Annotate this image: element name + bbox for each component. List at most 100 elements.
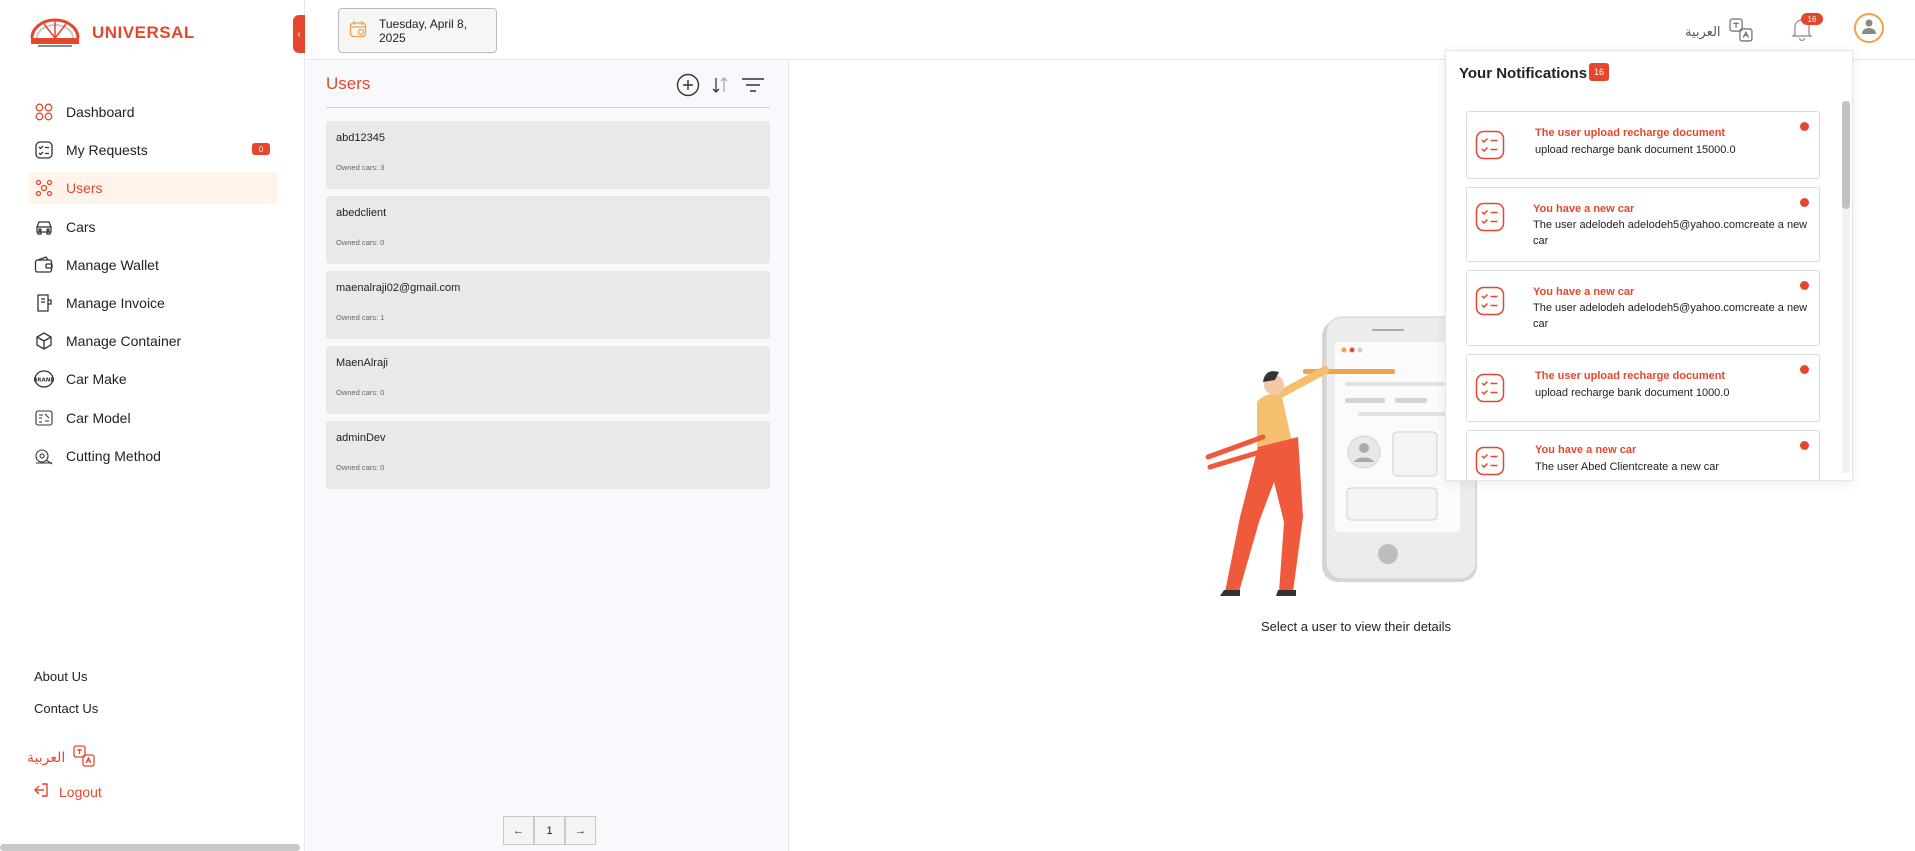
sort-icon bbox=[712, 77, 728, 93]
checklist-icon bbox=[1475, 202, 1505, 237]
notification-body: upload recharge bank document 1000.0 bbox=[1535, 387, 1730, 399]
add-user-button[interactable] bbox=[676, 73, 700, 102]
sidebar-nav: Dashboard My Requests 0 Users Cars Manag… bbox=[28, 96, 278, 478]
users-toolbar bbox=[676, 73, 766, 102]
arrow-left-icon: ← bbox=[513, 824, 524, 837]
car-icon bbox=[34, 217, 54, 237]
notification-list: The user upload recharge document upload… bbox=[1466, 111, 1820, 480]
notification-count-badge: 16 bbox=[1801, 13, 1823, 25]
notification-item[interactable]: The user upload recharge document upload… bbox=[1466, 111, 1820, 179]
notification-title: You have a new car bbox=[1535, 444, 1637, 456]
sidebar-item-label: Manage Invoice bbox=[66, 294, 165, 311]
about-us-link[interactable]: About Us bbox=[34, 668, 98, 700]
brand-icon: BRAND bbox=[34, 369, 54, 389]
bell-icon bbox=[1791, 19, 1813, 45]
notifications-scrollbar-thumb[interactable] bbox=[1842, 101, 1850, 209]
notification-body: upload recharge bank document 15000.0 bbox=[1535, 144, 1736, 156]
cutting-icon bbox=[34, 446, 54, 466]
filter-button[interactable] bbox=[740, 75, 766, 100]
user-list-item[interactable]: abd12345 Owned cars: 3 bbox=[326, 121, 770, 189]
translate-icon bbox=[1728, 18, 1753, 45]
user-list-item[interactable]: abedclient Owned cars: 0 bbox=[326, 196, 770, 264]
sidebar-horizontal-scrollbar[interactable] bbox=[0, 844, 300, 851]
user-name: MaenAlraji bbox=[336, 357, 388, 369]
sort-button[interactable] bbox=[710, 75, 730, 100]
collapse-sidebar-button[interactable]: ‹ bbox=[293, 15, 305, 53]
unread-dot bbox=[1800, 198, 1809, 207]
sidebar-item-manage-container[interactable]: Manage Container bbox=[28, 325, 278, 357]
requests-icon bbox=[34, 140, 54, 160]
date-display[interactable]: Tuesday, April 8, 2025 bbox=[338, 8, 497, 53]
user-avatar[interactable] bbox=[1854, 13, 1884, 43]
notification-body: The user adelodeh adelodeh5@yahoo.comcre… bbox=[1533, 219, 1808, 247]
user-list-item[interactable]: MaenAlraji Owned cars: 0 bbox=[326, 346, 770, 414]
notifications-dropdown: Your Notifications 16 The user upload re… bbox=[1445, 50, 1853, 481]
users-title: Users bbox=[326, 74, 371, 93]
arrow-right-icon: → bbox=[575, 824, 586, 837]
app-root: UNIVERSAL ‹ Dashboard My Requests 0 User… bbox=[0, 0, 1915, 851]
logo[interactable]: UNIVERSAL bbox=[28, 16, 195, 50]
user-list-item[interactable]: adminDev Owned cars: 0 bbox=[326, 421, 770, 489]
svg-text:BRAND: BRAND bbox=[34, 378, 54, 384]
notifications-title: Your Notifications bbox=[1459, 65, 1588, 82]
current-date: Tuesday, April 8, 2025 bbox=[379, 16, 468, 45]
sidebar-item-cutting-method[interactable]: Cutting Method bbox=[28, 440, 278, 472]
calendar-icon bbox=[349, 20, 367, 41]
plus-circle-icon bbox=[676, 73, 700, 97]
notification-body: The user adelodeh adelodeh5@yahoo.comcre… bbox=[1533, 302, 1808, 330]
sidebar-item-my-requests[interactable]: My Requests 0 bbox=[28, 134, 278, 166]
sidebar-item-dashboard[interactable]: Dashboard bbox=[28, 96, 278, 128]
notification-title: The user upload recharge document bbox=[1535, 127, 1726, 139]
sidebar-item-manage-wallet[interactable]: Manage Wallet bbox=[28, 249, 278, 281]
sidebar-item-label: Users bbox=[66, 180, 103, 197]
user-name: maenalraji02@gmail.com bbox=[336, 282, 461, 294]
notification-item[interactable]: You have a new car The user Abed Clientc… bbox=[1466, 430, 1820, 480]
user-list-item[interactable]: maenalraji02@gmail.com Owned cars: 1 bbox=[326, 271, 770, 339]
sidebar-item-label: Car Model bbox=[66, 409, 131, 426]
users-icon bbox=[34, 178, 54, 198]
notification-title: You have a new car bbox=[1533, 203, 1635, 215]
current-page[interactable]: 1 bbox=[534, 816, 565, 845]
language-label: العربية bbox=[27, 749, 66, 765]
sidebar-item-cars[interactable]: Cars bbox=[28, 211, 278, 243]
user-list: abd12345 Owned cars: 3 abedclient Owned … bbox=[326, 121, 770, 496]
notification-item[interactable]: The user upload recharge document upload… bbox=[1466, 354, 1820, 422]
sidebar-item-label: Manage Wallet bbox=[66, 256, 159, 273]
translate-icon bbox=[73, 745, 95, 770]
contact-us-link[interactable]: Contact Us bbox=[34, 700, 98, 732]
checklist-icon bbox=[1475, 286, 1505, 321]
user-owned-cars: Owned cars: 0 bbox=[336, 238, 385, 247]
user-owned-cars: Owned cars: 0 bbox=[336, 388, 385, 397]
prev-page-button[interactable]: ← bbox=[503, 816, 534, 845]
logo-text: UNIVERSAL bbox=[92, 23, 195, 42]
language-label: العربية bbox=[1685, 23, 1721, 39]
unread-dot bbox=[1800, 281, 1809, 290]
checklist-icon bbox=[1475, 446, 1505, 480]
user-name: abedclient bbox=[336, 207, 387, 219]
language-switch[interactable]: العربية bbox=[1685, 18, 1753, 45]
dashboard-icon bbox=[34, 102, 54, 122]
sidebar-item-label: Dashboard bbox=[66, 104, 135, 120]
sidebar-footer-links: About Us Contact Us bbox=[34, 668, 98, 732]
requests-count-badge: 0 bbox=[252, 143, 270, 156]
wallet-icon bbox=[34, 255, 54, 275]
sidebar-language-switch[interactable]: العربية bbox=[27, 745, 95, 770]
sidebar: UNIVERSAL ‹ Dashboard My Requests 0 User… bbox=[0, 0, 305, 851]
notification-title: You have a new car bbox=[1533, 286, 1635, 298]
sidebar-item-car-model[interactable]: Car Model bbox=[28, 402, 278, 434]
checklist-icon bbox=[1475, 373, 1505, 408]
next-page-button[interactable]: → bbox=[565, 816, 596, 845]
sidebar-item-label: My Requests bbox=[66, 142, 148, 159]
notification-item[interactable]: You have a new car The user adelodeh ade… bbox=[1466, 270, 1820, 346]
sidebar-item-label: Cars bbox=[66, 218, 96, 235]
sidebar-item-car-make[interactable]: BRAND Car Make bbox=[28, 363, 278, 395]
sidebar-item-users[interactable]: Users bbox=[28, 172, 278, 205]
logout-button[interactable]: Logout bbox=[33, 783, 102, 800]
chevron-left-icon: ‹ bbox=[297, 28, 301, 40]
logout-icon bbox=[33, 783, 49, 800]
logo-mark-icon bbox=[30, 18, 80, 47]
notification-item[interactable]: You have a new car The user adelodeh ade… bbox=[1466, 187, 1820, 262]
notifications-button[interactable]: 16 bbox=[1791, 13, 1823, 46]
sidebar-item-manage-invoice[interactable]: Manage Invoice bbox=[28, 287, 278, 319]
checklist-icon bbox=[1475, 130, 1505, 165]
